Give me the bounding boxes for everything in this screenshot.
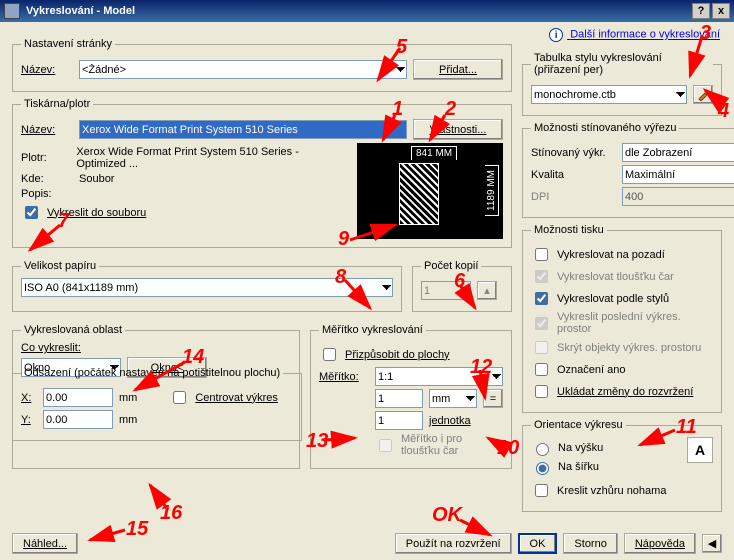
- offset-x-input[interactable]: [43, 388, 113, 407]
- scale-equals-button[interactable]: =: [483, 389, 503, 408]
- opt-hide-label: Skrýt objekty výkres. prostoru: [557, 342, 701, 354]
- opt-last-label: Vykreslit poslední výkres. prostor: [557, 311, 713, 335]
- opt-stamp-checkbox[interactable]: [535, 363, 548, 376]
- ok-button[interactable]: OK: [518, 533, 558, 554]
- offset-y-unit: mm: [119, 414, 137, 426]
- copies-input: [421, 281, 471, 300]
- scale-lineweight-label: Měřítko i pro tloušťku čar: [401, 433, 503, 457]
- quality-select[interactable]: Maximální: [622, 165, 734, 184]
- opt-hide-checkbox: [535, 341, 548, 354]
- plotr-value: Xerox Wide Format Print System 510 Serie…: [76, 146, 349, 170]
- orientation-preview-icon: A: [687, 437, 713, 463]
- opt-stamp-label: Označení ano: [557, 364, 626, 376]
- what-to-plot-label: Co vykreslit:: [21, 342, 81, 354]
- apply-to-layout-button[interactable]: Použít na rozvržení: [395, 533, 512, 554]
- help-button[interactable]: Nápověda: [624, 533, 696, 554]
- offset-y-label: Y:: [21, 414, 37, 426]
- app-icon: [4, 3, 20, 19]
- opt-save-checkbox[interactable]: [535, 385, 548, 398]
- plot-options-group: Možnosti tisku Vykreslovat na pozadí Vyk…: [522, 224, 722, 413]
- add-button[interactable]: Přidat...: [413, 59, 503, 80]
- plot-to-file-label: Vykreslit do souboru: [47, 207, 146, 219]
- fit-to-paper-checkbox[interactable]: [323, 348, 336, 361]
- printer-group: Tiskárna/plotr Název: Xerox Wide Format …: [12, 98, 512, 248]
- offset-y-input[interactable]: [43, 410, 113, 429]
- plot-style-table-group: Tabulka stylu vykreslování (přiřazení pe…: [522, 52, 722, 116]
- scale-unit-input[interactable]: [375, 411, 423, 430]
- preview-button[interactable]: Náhled...: [12, 533, 78, 554]
- pagesetup-name-label: Název:: [21, 64, 73, 76]
- opt-bg-label: Vykreslovat na pozadí: [557, 249, 665, 261]
- center-plot-checkbox[interactable]: [173, 391, 186, 404]
- offset-legend: Odsazení (počátek nastaven na potištitel…: [21, 367, 283, 379]
- window-title: Vykreslování - Model: [26, 5, 135, 17]
- printer-name-label: Název:: [21, 124, 73, 136]
- scale-label: Měřítko:: [319, 371, 369, 383]
- portrait-label: Na výšku: [558, 442, 603, 454]
- paper-size-legend: Velikost papíru: [21, 260, 99, 272]
- shaded-viewport-group: Možnosti stínovaného výřezu Stínovaný vý…: [522, 122, 734, 218]
- landscape-radio[interactable]: [536, 462, 549, 475]
- titlebar-help-button[interactable]: ?: [692, 3, 710, 19]
- kde-label: Kde:: [21, 173, 73, 185]
- properties-button[interactable]: Vlastnosti...: [413, 119, 503, 140]
- copies-spinner: ▴: [477, 281, 497, 300]
- scale-unit2-label: jednotka: [429, 415, 471, 427]
- dpi-label: DPI: [531, 191, 616, 203]
- center-plot-label: Centrovat výkres: [195, 392, 278, 404]
- opt-last-checkbox: [535, 317, 548, 330]
- scale-select[interactable]: 1:1: [375, 367, 503, 386]
- opt-lw-label: Vykreslovat tloušťku čar: [557, 271, 674, 283]
- upside-down-checkbox[interactable]: [535, 484, 548, 497]
- shade-plot-select[interactable]: dle Zobrazení: [622, 143, 734, 162]
- titlebar-close-button[interactable]: x: [712, 3, 730, 19]
- scale-unit-select[interactable]: mm: [429, 389, 477, 408]
- shade-plot-label: Stínovaný výkr.: [531, 147, 616, 159]
- page-setup-legend: Nastavení stránky: [21, 38, 115, 50]
- scale-lineweight-checkbox: [379, 439, 392, 452]
- shaded-viewport-legend: Možnosti stínovaného výřezu: [531, 122, 679, 134]
- cancel-button[interactable]: Storno: [563, 533, 617, 554]
- expand-button[interactable]: ◀: [702, 534, 722, 553]
- plot-style-table-select[interactable]: monochrome.ctb: [531, 85, 687, 104]
- opt-save-label: Ukládat změny do rozvržení: [557, 386, 693, 398]
- scale-mm-input[interactable]: [375, 389, 423, 408]
- plot-area-legend: Vykreslovaná oblast: [21, 324, 125, 336]
- printer-legend: Tiskárna/plotr: [21, 98, 93, 110]
- opt-styles-checkbox[interactable]: [535, 292, 548, 305]
- portrait-radio[interactable]: [536, 443, 549, 456]
- offset-group: Odsazení (počátek nastaven na potištitel…: [12, 367, 302, 441]
- printer-name-select[interactable]: Xerox Wide Format Print System 510 Serie…: [79, 120, 407, 139]
- opt-bg-checkbox[interactable]: [535, 248, 548, 261]
- fit-to-paper-label: Přizpůsobit do plochy: [345, 349, 450, 361]
- upside-down-label: Kreslit vzhůru nohama: [557, 485, 666, 497]
- kde-value: Soubor: [79, 173, 114, 185]
- paper-size-select[interactable]: ISO A0 (841x1189 mm): [21, 278, 393, 297]
- orientation-legend: Orientace výkresu: [531, 419, 626, 431]
- paper-size-group: Velikost papíru ISO A0 (841x1189 mm): [12, 260, 402, 312]
- opt-styles-label: Vykreslovat podle stylů: [557, 293, 669, 305]
- orientation-group: Orientace výkresu Na výšku Na šířku A Kr…: [522, 419, 722, 512]
- offset-x-unit: mm: [119, 392, 137, 404]
- plotr-label: Plotr:: [21, 152, 70, 164]
- plot-scale-legend: Měřítko vykreslování: [319, 324, 426, 336]
- copies-legend: Počet kopií: [421, 260, 481, 272]
- copies-group: Počet kopií ▴: [412, 260, 512, 312]
- paper-preview: 841 MM 1189 MM: [357, 143, 503, 239]
- pagesetup-name-select[interactable]: <Žádné>: [79, 60, 407, 79]
- landscape-label: Na šířku: [558, 461, 599, 473]
- plot-scale-group: Měřítko vykreslování Přizpůsobit do ploc…: [310, 324, 512, 469]
- plot-options-legend: Možnosti tisku: [531, 224, 607, 236]
- edit-style-button[interactable]: [693, 85, 713, 104]
- page-setup-group: Nastavení stránky Název: <Žádné> Přidat.…: [12, 38, 512, 92]
- plot-style-table-legend: Tabulka stylu vykreslování (přiřazení pe…: [531, 52, 713, 76]
- quality-label: Kvalita: [531, 169, 616, 181]
- offset-x-label: X:: [21, 392, 37, 404]
- opt-lw-checkbox: [535, 270, 548, 283]
- plot-to-file-checkbox[interactable]: [25, 206, 38, 219]
- popis-label: Popis:: [21, 188, 73, 200]
- dpi-input: [622, 187, 734, 206]
